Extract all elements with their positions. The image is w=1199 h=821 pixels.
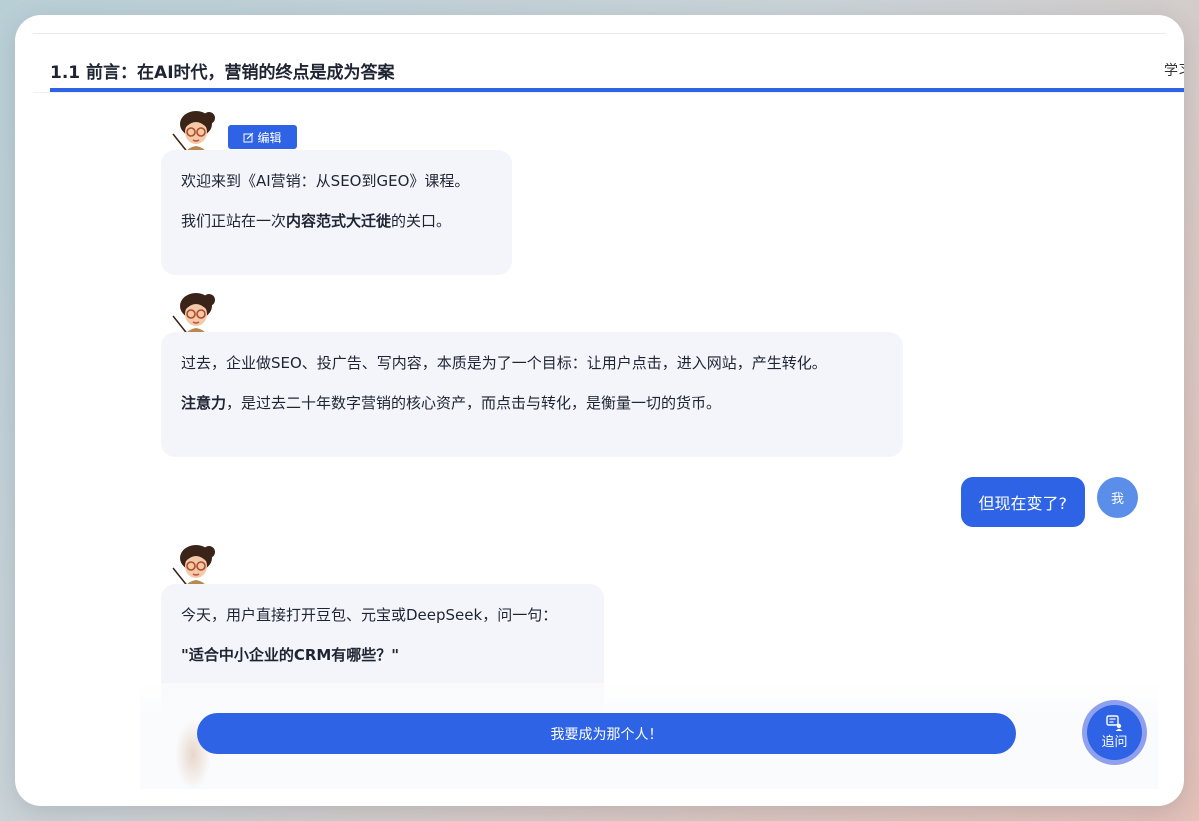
user-message-text: 但现在变了?: [978, 494, 1068, 513]
become-that-person-button[interactable]: 我要成为那个人！: [197, 713, 1016, 754]
message-paragraph: "适合中小企业的CRM有哪些？": [181, 646, 400, 664]
message-paragraph: 注意力，是过去二十年数字营销的核心资产，而点击与转化，是衡量一切的货币。: [181, 394, 722, 412]
message-paragraph: 今天，用户直接打开豆包、元宝或DeepSeek，问一句：: [181, 606, 558, 624]
header-tab-study[interactable]: 学习: [1164, 60, 1184, 80]
edit-button[interactable]: 编辑: [228, 125, 297, 149]
message-paragraph: 欢迎来到《AI营销：从SEO到GEO》课程。: [181, 172, 470, 190]
message-paragraph: 我们正站在一次内容范式大迁徙的关口。: [181, 212, 452, 230]
followup-button-inner: 追问: [1087, 705, 1142, 760]
course-window: 1.1 前言：在AI时代，营销的终点是成为答案 学习 编辑 欢迎来到《AI营销：…: [15, 15, 1184, 806]
followup-button[interactable]: 追问: [1082, 700, 1147, 765]
top-divider: [33, 33, 1166, 34]
user-message: 但现在变了?: [960, 477, 1085, 527]
header-divider: [33, 92, 1184, 93]
teacher-message-1: 欢迎来到《AI营销：从SEO到GEO》课程。 我们正站在一次内容范式大迁徙的关口…: [161, 150, 512, 275]
ask-icon: [1105, 715, 1122, 731]
followup-label: 追问: [1101, 735, 1128, 750]
edit-button-label: 编辑: [257, 130, 282, 145]
chapter-header: 1.1 前言：在AI时代，营销的终点是成为答案 学习: [15, 48, 1184, 106]
message-paragraph: 过去，企业做SEO、投广告、写内容，本质是为了一个目标：让用户点击，进入网站，产…: [181, 354, 827, 372]
edit-icon: [243, 132, 254, 142]
chapter-title: 1.1 前言：在AI时代，营销的终点是成为答案: [50, 63, 395, 83]
teacher-message-2: 过去，企业做SEO、投广告、写内容，本质是为了一个目标：让用户点击，进入网站，产…: [161, 332, 903, 457]
user-avatar: 我: [1097, 477, 1138, 518]
